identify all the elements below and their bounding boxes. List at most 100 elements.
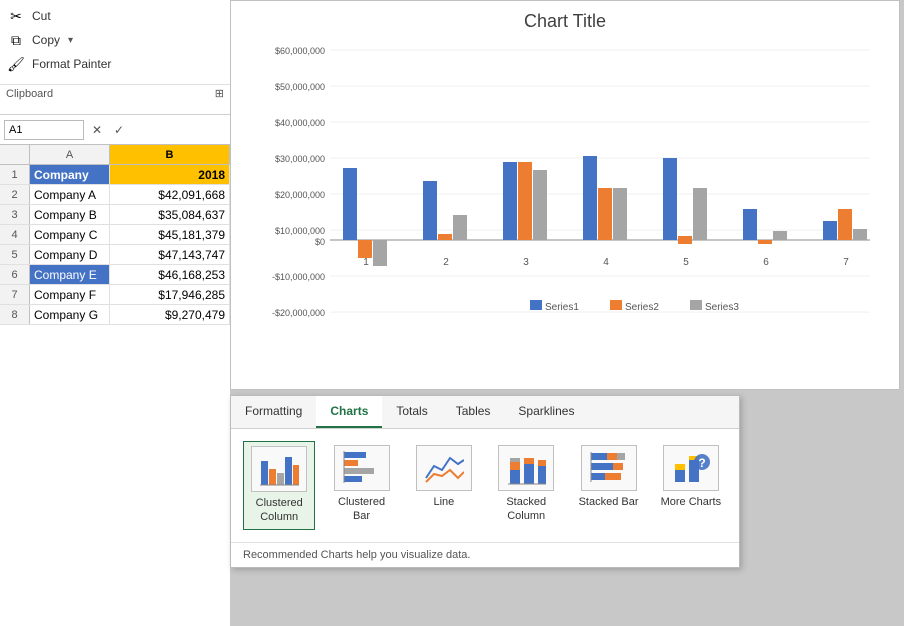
chart-canvas: $60,000,000 $50,000,000 $40,000,000 $30,… <box>241 40 889 340</box>
stacked-column-icon-box <box>498 445 554 491</box>
table-row: 6 Company E $46,168,253 <box>0 265 230 285</box>
header-value-cell[interactable]: 2018 <box>110 165 230 184</box>
company-cell[interactable]: Company C <box>30 225 110 244</box>
cut-button[interactable]: ✂ Cut <box>0 4 230 28</box>
company-cell[interactable]: Company G <box>30 305 110 324</box>
row-num-header <box>0 145 30 164</box>
col-header-a[interactable]: A <box>30 145 110 164</box>
chart-option-line[interactable]: Line <box>408 441 480 513</box>
value-cell[interactable]: $42,091,668 <box>110 185 230 204</box>
copy-label: Copy <box>32 33 60 47</box>
more-charts-label: More Charts <box>661 495 722 509</box>
chart-option-more-charts[interactable]: ? More Charts <box>655 441 727 513</box>
company-cell[interactable]: Company A <box>30 185 110 204</box>
clustered-bar-icon-box <box>334 445 390 491</box>
chart-option-stacked-column[interactable]: Stacked Column <box>490 441 562 528</box>
confirm-formula-button[interactable]: ✓ <box>110 121 128 139</box>
name-box[interactable] <box>4 120 84 140</box>
row-num-cell: 7 <box>0 285 30 304</box>
svg-text:1: 1 <box>363 257 369 268</box>
table-row: 2 Company A $42,091,668 <box>0 185 230 205</box>
value-cell[interactable]: $47,143,747 <box>110 245 230 264</box>
format-painter-label: Format Painter <box>32 57 111 71</box>
svg-text:3: 3 <box>523 257 529 268</box>
qa-chart-options: Clustered Column Clustered Bar <box>231 429 739 542</box>
tab-totals[interactable]: Totals <box>382 396 441 428</box>
cancel-formula-button[interactable]: ✕ <box>88 121 106 139</box>
svg-text:Series1: Series1 <box>545 302 579 313</box>
header-company-cell[interactable]: Company <box>30 165 110 184</box>
value-cell[interactable]: $45,181,379 <box>110 225 230 244</box>
company-cell[interactable]: Company B <box>30 205 110 224</box>
stacked-bar-label: Stacked Bar <box>579 495 639 509</box>
col-header-b[interactable]: B <box>110 145 230 164</box>
tab-sparklines[interactable]: Sparklines <box>504 396 588 428</box>
table-row: 4 Company C $45,181,379 <box>0 225 230 245</box>
copy-button[interactable]: ⧉ Copy ▾ <box>0 28 230 52</box>
chart-option-stacked-bar[interactable]: Stacked Bar <box>572 441 644 513</box>
svg-text:Series3: Series3 <box>705 302 739 313</box>
tab-charts[interactable]: Charts <box>316 396 382 428</box>
stacked-bar-icon-box <box>581 445 637 491</box>
tab-tables[interactable]: Tables <box>442 396 505 428</box>
row-num-cell: 2 <box>0 185 30 204</box>
stacked-bar-icon <box>589 450 629 486</box>
svg-text:$30,000,000: $30,000,000 <box>275 154 325 164</box>
data-rows-container: 2 Company A $42,091,668 3 Company B $35,… <box>0 185 230 325</box>
svg-text:$50,000,000: $50,000,000 <box>275 82 325 92</box>
svg-text:4: 4 <box>603 257 609 268</box>
ribbon: ✂ Cut ⧉ Copy ▾ 🖌 Format Painter Clipboar… <box>0 0 230 115</box>
svg-text:$0: $0 <box>315 237 325 247</box>
svg-text:-$20,000,000: -$20,000,000 <box>272 308 325 318</box>
copy-icon: ⧉ <box>6 30 26 50</box>
clustered-column-icon-box <box>251 446 307 492</box>
svg-text:$40,000,000: $40,000,000 <box>275 118 325 128</box>
qa-footer: Recommended Charts help you visualize da… <box>231 542 739 567</box>
row-num-cell: 5 <box>0 245 30 264</box>
table-row: 3 Company B $35,084,637 <box>0 205 230 225</box>
column-headers: A B <box>0 145 230 165</box>
chart-option-clustered-bar[interactable]: Clustered Bar <box>325 441 397 528</box>
chart-svg: $60,000,000 $50,000,000 $40,000,000 $30,… <box>241 40 889 330</box>
value-cell[interactable]: $35,084,637 <box>110 205 230 224</box>
clipboard-expand-icon[interactable]: ⊞ <box>215 87 224 100</box>
format-painter-button[interactable]: 🖌 Format Painter <box>0 52 230 76</box>
clustered-column-icon <box>259 451 299 487</box>
value-cell[interactable]: $17,946,285 <box>110 285 230 304</box>
format-painter-icon: 🖌 <box>6 54 26 74</box>
tab-formatting[interactable]: Formatting <box>231 396 316 428</box>
spreadsheet: 1 Company 2018 2 Company A $42,091,668 3… <box>0 165 230 626</box>
value-cell[interactable]: $46,168,253 <box>110 265 230 284</box>
svg-text:7: 7 <box>843 257 849 268</box>
more-charts-icon-box: ? <box>663 445 719 491</box>
header-row: 1 Company 2018 <box>0 165 230 185</box>
svg-text:$20,000,000: $20,000,000 <box>275 190 325 200</box>
value-cell[interactable]: $9,270,479 <box>110 305 230 324</box>
stacked-column-icon <box>506 450 546 486</box>
svg-text:$60,000,000: $60,000,000 <box>275 46 325 56</box>
svg-text:6: 6 <box>763 257 769 268</box>
clustered-bar-label: Clustered Bar <box>329 495 393 524</box>
cut-icon: ✂ <box>6 6 26 26</box>
company-cell[interactable]: Company F <box>30 285 110 304</box>
cut-label: Cut <box>32 9 51 23</box>
line-icon <box>424 450 464 486</box>
row-num-cell: 3 <box>0 205 30 224</box>
row-num-cell: 8 <box>0 305 30 324</box>
chart-option-clustered-column[interactable]: Clustered Column <box>243 441 315 530</box>
line-label: Line <box>433 495 454 509</box>
svg-text:$10,000,000: $10,000,000 <box>275 226 325 236</box>
svg-text:Series2: Series2 <box>625 302 659 313</box>
company-cell[interactable]: Company E <box>30 265 110 284</box>
company-cell[interactable]: Company D <box>30 245 110 264</box>
clustered-bar-icon <box>342 450 382 486</box>
row-num-cell: 4 <box>0 225 30 244</box>
more-charts-icon: ? <box>671 450 711 486</box>
line-icon-box <box>416 445 472 491</box>
svg-text:5: 5 <box>683 257 689 268</box>
svg-text:-$10,000,000: -$10,000,000 <box>272 272 325 282</box>
quick-analysis-panel: Formatting Charts Totals Tables Sparklin… <box>230 395 740 568</box>
table-row: 8 Company G $9,270,479 <box>0 305 230 325</box>
stacked-column-label: Stacked Column <box>494 495 558 524</box>
row-num-header-cell: 1 <box>0 165 30 184</box>
